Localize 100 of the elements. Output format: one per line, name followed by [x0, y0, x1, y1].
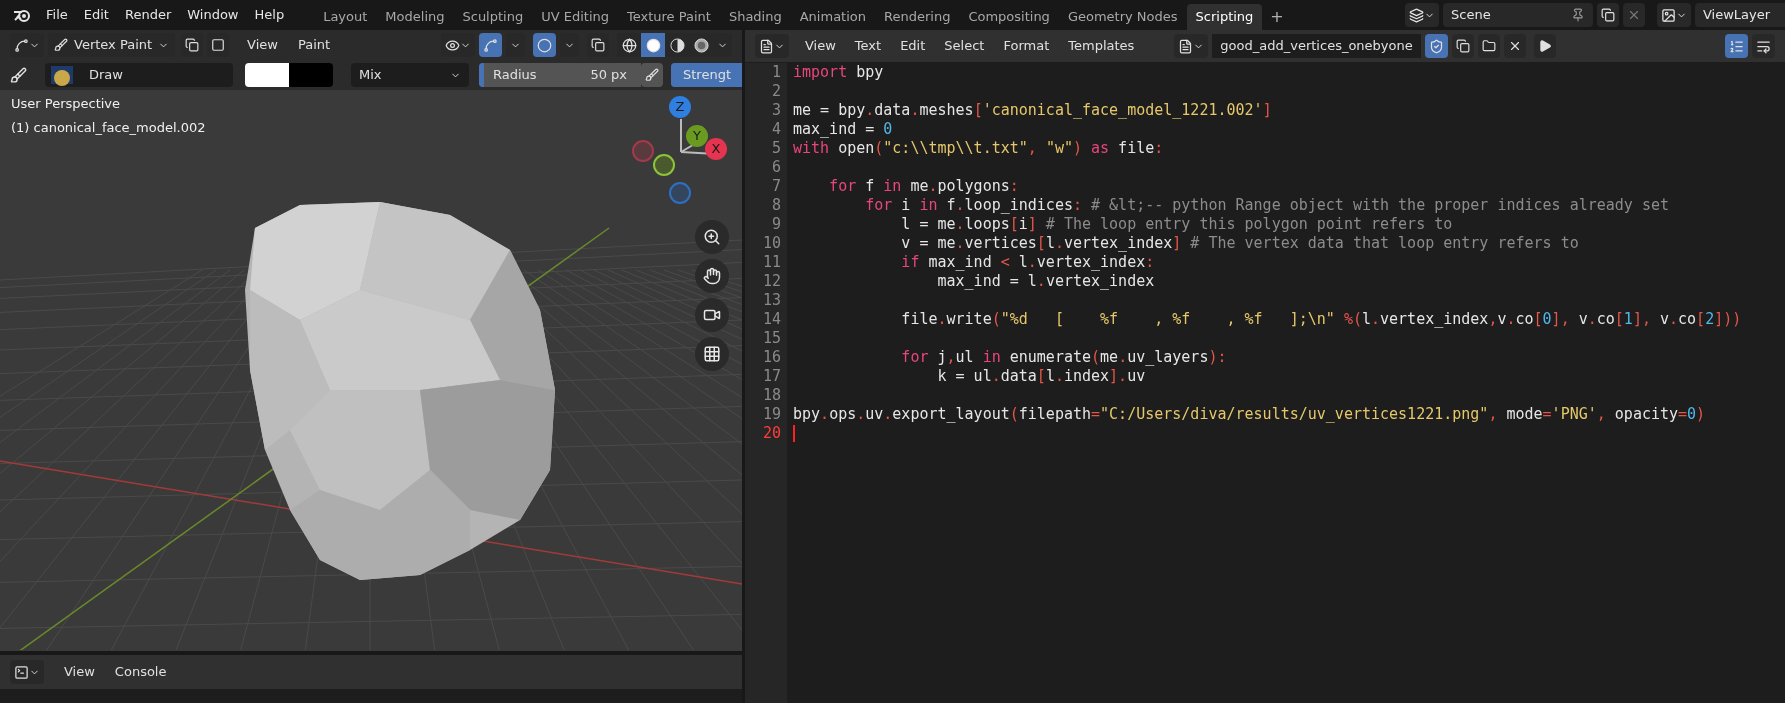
scene-field[interactable]: Scene [1443, 3, 1593, 27]
open-text-button[interactable] [1477, 34, 1500, 58]
play-icon [1537, 39, 1552, 53]
code-line: for i in f.loop_indices: # &lt;-- python Range object with the proper indices already set [864, 196, 1669, 215]
line-number: 20 [762, 424, 781, 443]
brush-icon [10, 66, 27, 84]
workspace-tab[interactable]: Rendering [875, 4, 960, 30]
word-wrap-toggle[interactable] [1752, 34, 1775, 58]
add-workspace-tab[interactable]: + [1262, 4, 1292, 30]
line-number: 17 [762, 367, 781, 386]
viewport-info-text: (1) canonical_face_model.002 [11, 118, 206, 137]
axis-label[interactable]: X [705, 138, 727, 160]
workspace-tab[interactable]: Animation [790, 4, 875, 30]
menu-item[interactable]: Console [114, 662, 167, 682]
run-script-button[interactable] [1533, 34, 1556, 58]
close-button[interactable] [1503, 34, 1526, 58]
workspace-tab[interactable]: Geometry Nodes [1058, 4, 1187, 30]
menu-item[interactable]: Edit [83, 5, 109, 25]
shaded-sphere-icon [693, 37, 709, 53]
workspace-tab[interactable]: Texture Paint [618, 4, 720, 30]
view-layer-type-dropdown[interactable] [1657, 3, 1691, 27]
menu-item[interactable]: Help [254, 5, 285, 25]
shading-mode-button[interactable] [641, 33, 665, 57]
menu-item[interactable]: Format [1003, 36, 1050, 56]
text-name-field[interactable]: good_add_vertices_onebyone [1212, 34, 1421, 58]
text-browse-dropdown[interactable] [1174, 34, 1209, 58]
slider-label: Radius [493, 66, 537, 85]
line-number: 18 [762, 386, 781, 405]
axis-label[interactable]: Y [686, 125, 708, 147]
close-icon [1627, 8, 1641, 22]
menu-item[interactable]: Paint [297, 35, 331, 55]
menu-item[interactable]: Window [187, 5, 239, 25]
terminal-icon [14, 664, 29, 680]
menu-item[interactable]: File [46, 5, 68, 25]
fake-user-toggle[interactable] [1424, 34, 1448, 58]
workspace-tab[interactable]: UV Editing [532, 4, 618, 30]
workspace-tab[interactable]: Sculpting [453, 4, 533, 30]
document-icon [759, 38, 774, 54]
color-swatch-secondary[interactable] [289, 63, 333, 87]
editor-type-dropdown[interactable] [755, 34, 789, 58]
workspace-tab[interactable]: Layout [314, 4, 377, 30]
menu-item[interactable]: View [64, 662, 95, 682]
menu-item[interactable]: Text [854, 36, 882, 56]
workspace-tab[interactable]: Scripting [1186, 4, 1263, 30]
zoom-icon [703, 228, 721, 246]
brush-icon [54, 38, 68, 52]
menu-item[interactable]: Render [124, 5, 172, 25]
line-number: 10 [762, 234, 781, 253]
slider-label: Strengt [682, 67, 732, 82]
zoom-button[interactable] [695, 220, 729, 254]
line-number: 4 [771, 120, 781, 139]
code-line: if max_ind < l.vertex_index: [900, 253, 1155, 272]
blend-dropdown[interactable]: Mix [351, 63, 469, 87]
curve-icon [14, 37, 29, 53]
menu-item[interactable]: View [247, 35, 278, 55]
new-text-button[interactable] [1451, 34, 1474, 58]
hand-icon [703, 267, 721, 285]
line-number: 9 [771, 215, 781, 234]
line-number: 7 [771, 177, 781, 196]
menu-item[interactable]: View [805, 36, 836, 56]
new-scene-button[interactable] [1597, 3, 1619, 27]
radius-slider[interactable]: Radius 50 px [479, 63, 641, 87]
copy-icon [591, 38, 605, 52]
scene-type-dropdown[interactable] [1405, 3, 1439, 27]
line-numbers-toggle[interactable] [1725, 34, 1748, 58]
half-sphere-icon [669, 37, 685, 53]
workspace-tab[interactable]: Compositing [959, 4, 1059, 30]
document-icon [1178, 38, 1194, 54]
menu-item[interactable]: Select [944, 36, 985, 56]
overlay-toggle[interactable] [533, 33, 556, 57]
color-swatch-primary[interactable] [245, 63, 289, 87]
code-line: max_ind = 0 [793, 120, 893, 139]
camera-button[interactable] [695, 298, 729, 332]
code-line: v = me.vertices[l.vertex_index] # The vertex data that loop entry refers to [900, 234, 1579, 253]
slider-value: 50 px [590, 66, 627, 85]
mode-dropdown[interactable]: Vertex Paint [48, 33, 176, 57]
curve-icon [483, 37, 498, 53]
editor-type-dropdown[interactable] [10, 660, 44, 684]
solid-sphere-icon [645, 37, 661, 53]
pan-button[interactable] [695, 259, 729, 293]
menu-item[interactable]: Edit [900, 36, 926, 56]
copy-icon [185, 38, 200, 52]
brush-field[interactable]: Draw [45, 63, 233, 87]
strength-slider[interactable]: Strengt [671, 63, 742, 87]
code-line: file.write("%d [ %f , %f , %f ];\n" %(l.vertex_index,v.co[0], v.co[1], v.co[2])) [900, 310, 1742, 329]
folder-icon [1481, 39, 1496, 53]
gizmo-toggle[interactable] [479, 33, 502, 57]
workspace-tab[interactable]: Modeling [376, 4, 454, 30]
pressure-toggle[interactable] [641, 63, 663, 87]
view-layer-field[interactable]: ViewLayer [1695, 3, 1785, 27]
menu-item[interactable]: Templates [1068, 36, 1135, 56]
square-icon [211, 38, 226, 52]
line-number: 1 [771, 63, 781, 82]
line-number: 16 [762, 348, 781, 367]
line-number: 8 [771, 196, 781, 215]
axis-label[interactable]: Z [669, 96, 691, 118]
grid-button[interactable] [695, 337, 729, 371]
workspace-tab[interactable]: Shading [719, 4, 791, 30]
layers-icon [1409, 7, 1424, 23]
code-line: l = me.loops[i] # The loop entry this polygon point refers to [900, 215, 1453, 234]
